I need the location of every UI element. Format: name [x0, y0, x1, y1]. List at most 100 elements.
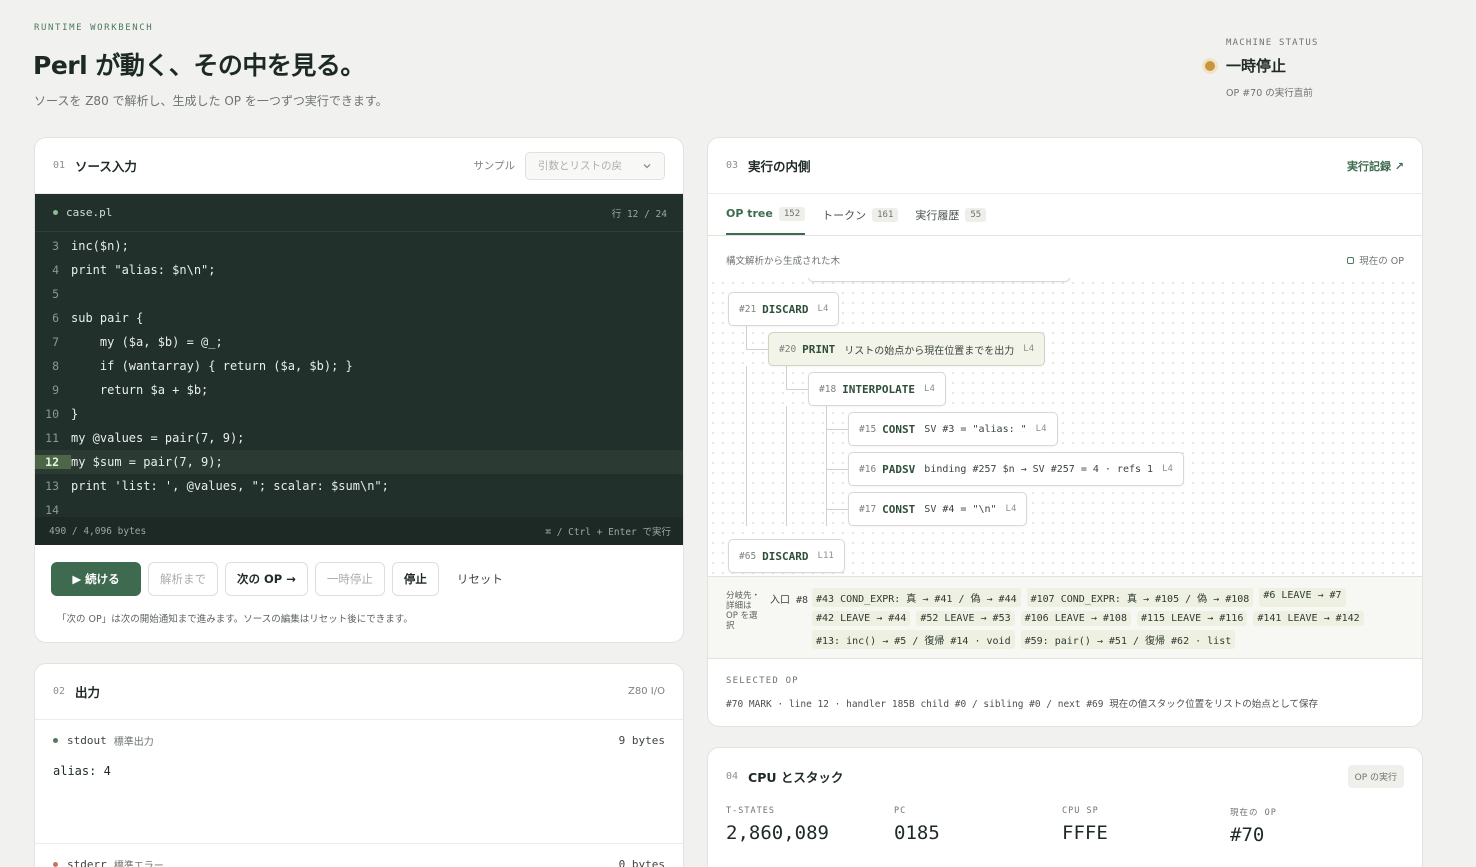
run-until-parse-button[interactable]: 解析まで [148, 562, 218, 596]
tree-node[interactable]: #17 CONST SV #4 = "\n" L4 [848, 492, 1028, 526]
code-line[interactable]: 13 print 'list: ', @values, "; scalar: $s… [35, 474, 683, 498]
tree-node[interactable]: #15 CONST SV #3 = "alias: " L4 [848, 412, 1058, 446]
io-label: Z80 I/O [628, 686, 665, 697]
node-line: L4 [1035, 424, 1047, 434]
line-number: 3 [52, 239, 59, 253]
metric-label: CPU SP [1062, 806, 1099, 816]
node-line: L4 [1005, 504, 1017, 514]
metric-cpu-sp: CPU SP FFFE [1062, 806, 1230, 846]
file-dot-icon [53, 210, 58, 215]
pause-button[interactable]: 一時停止 [314, 562, 385, 596]
node-line: L4 [924, 384, 935, 394]
tree-node[interactable]: #16 PADSV binding #257 $n → SV #257 = 4 … [848, 452, 1184, 486]
stdout-dot-icon [53, 737, 58, 743]
branch-chip[interactable]: #43 COND_EXPR: 真 → #41 / 偽 → #44 [812, 588, 1021, 607]
node-id: #18 [819, 383, 837, 395]
tree-node[interactable]: #65 DISCARD L11 [728, 539, 845, 573]
tab-count: 152 [778, 206, 806, 221]
branch-chip[interactable]: #115 LEAVE → #116 [1136, 611, 1248, 626]
op-execution-badge: OP の実行 [1347, 764, 1404, 788]
branch-chip[interactable]: #106 LEAVE → #108 [1020, 611, 1131, 626]
line-code: print 'list: ', @values, "; scalar: $sum… [71, 479, 389, 493]
section-number: 03 [726, 160, 739, 171]
line-number: 8 [52, 359, 59, 373]
selected-op-label: SELECTED OP [726, 676, 799, 686]
stderr-header: stderr 標準エラー 0 bytes [35, 844, 683, 867]
metric-label: 現在の OP [1230, 808, 1277, 818]
branch-chip[interactable]: #13: inc() → #5 / 復帰 #14 · void [812, 630, 1015, 649]
selected-op-desc: 現在の値スタック位置をリストの始点として保存 [1109, 699, 1318, 710]
run-shortcut: ⌘ / Ctrl + Enter で実行 [545, 527, 671, 538]
stderr-jp: 標準エラー [113, 860, 164, 867]
code-line[interactable]: 8 if (wantarray) { return ($a, $b); } [35, 354, 683, 378]
line-number: 5 [52, 287, 59, 301]
line-number: 14 [45, 503, 59, 517]
tab-count: 55 [965, 207, 987, 222]
code-line[interactable]: 9 return $a + $b; [35, 378, 683, 402]
code-line[interactable]: 12 my $sum = pair(7, 9); [35, 450, 683, 474]
code-line[interactable]: 4 print "alias: $n\n"; [35, 258, 683, 282]
execution-log-link[interactable]: 実行記録 ↗ [1347, 158, 1404, 174]
metric-value: 2,860,089 [726, 822, 829, 844]
entry-point: 入口 #8 [770, 595, 809, 606]
line-number: 4 [52, 263, 59, 277]
tab-op-tree[interactable]: OP tree 152 [726, 194, 806, 235]
branch-chip[interactable]: #52 LEAVE → #53 [916, 611, 1015, 626]
node-desc: SV #3 = "alias: " [924, 423, 1027, 435]
machine-status-detail: OP #70 の実行直前 [1226, 88, 1313, 99]
branch-chip[interactable]: #107 COND_EXPR: 真 → #105 / 偽 → #108 [1026, 588, 1254, 607]
node-id: #16 [859, 463, 877, 475]
page-title: Perl が動く、その中を見る。 [33, 51, 365, 80]
node-line: L4 [1162, 464, 1173, 474]
branch-chip[interactable]: #59: pair() → #51 / 復帰 #62 · list [1020, 630, 1236, 649]
line-code: my ($a, $b) = @_; [71, 335, 223, 349]
current-op-label: 現在の OP [1359, 256, 1404, 267]
metric-value: 0185 [894, 822, 940, 844]
tree-node-current[interactable]: #20 PRINT リストの始点から現在位置までを出力 L4 [768, 332, 1046, 366]
code-lines: 3 inc($n); 4 print "alias: $n\n"; 5 6 sub pair… [35, 232, 683, 522]
code-line[interactable]: 6 sub pair { [35, 306, 683, 330]
continue-button[interactable]: ▶ 続ける [51, 562, 141, 596]
cpu-panel: 04 CPU とスタック OP の実行 T-STATES 2,860,089 P… [707, 747, 1423, 867]
code-line[interactable]: 7 my ($a, $b) = @_; [35, 330, 683, 354]
sample-label: サンプル [473, 160, 515, 172]
op-tree-canvas[interactable]: #21 DISCARD L4 #20 PRINT リストの始点から現在位置までを… [708, 278, 1422, 576]
stdout-header: stdout 標準出力 9 bytes [35, 720, 683, 760]
node-id: #65 [739, 550, 757, 562]
code-editor[interactable]: case.pl 行 12 / 24 3 inc($n); 4 print "alias… [35, 194, 683, 545]
branch-targets: 分岐先・詳細はOP を選択 入口 #8 #43 COND_EXPR: 真 → #… [708, 576, 1422, 659]
sample-select[interactable]: 引数とリストの戻 [525, 151, 665, 180]
branch-chip[interactable]: #42 LEAVE → #44 [812, 611, 911, 626]
node-line: L4 [1023, 344, 1035, 354]
tree-caption: 構文解析から生成された木 [726, 256, 841, 267]
node-op: CONST [882, 422, 916, 436]
code-line[interactable]: 11 my @values = pair(7, 9); [35, 426, 683, 450]
tab-tokens[interactable]: トークン 161 [822, 194, 899, 235]
stop-button[interactable]: 停止 [391, 562, 439, 596]
code-line[interactable]: 3 inc($n); [35, 234, 683, 258]
node-op: PRINT [802, 342, 836, 356]
line-code: my @values = pair(7, 9); [71, 431, 245, 445]
tab-label: OP tree [726, 207, 773, 220]
stderr-name: stderr [67, 857, 107, 867]
line-number: 6 [52, 311, 59, 325]
branch-chips: #43 COND_EXPR: 真 → #41 / 偽 → #44 #107 CON… [812, 588, 1372, 649]
node-id: #17 [859, 503, 877, 515]
node-line: L4 [817, 304, 829, 314]
reset-button[interactable]: リセット [446, 562, 514, 596]
code-line[interactable]: 10} [35, 402, 683, 426]
execution-panel: 03 実行の内側 実行記録 ↗ OP tree 152 トークン 161 実行履… [707, 137, 1423, 727]
stdout-jp: 標準出力 [113, 736, 154, 748]
code-line[interactable]: 5 [35, 282, 683, 306]
branch-chip[interactable]: #6 LEAVE → #7 [1259, 588, 1346, 607]
next-op-button[interactable]: 次の OP → [225, 562, 308, 596]
tree-node[interactable]: #18 INTERPOLATE L4 [808, 372, 946, 406]
line-code: } [71, 407, 79, 421]
tree-node-partial[interactable] [808, 278, 1070, 282]
branch-chip[interactable]: #141 LEAVE → #142 [1253, 611, 1364, 626]
tree-node[interactable]: #21 DISCARD L4 [728, 292, 840, 326]
tab-history[interactable]: 実行履歴 55 [915, 194, 987, 235]
selected-op-detail: #70 MARK · line 12 · handler 185B child … [726, 699, 1104, 710]
line-number: 9 [52, 383, 59, 397]
stderr-bytes: 0 bytes [618, 857, 665, 867]
